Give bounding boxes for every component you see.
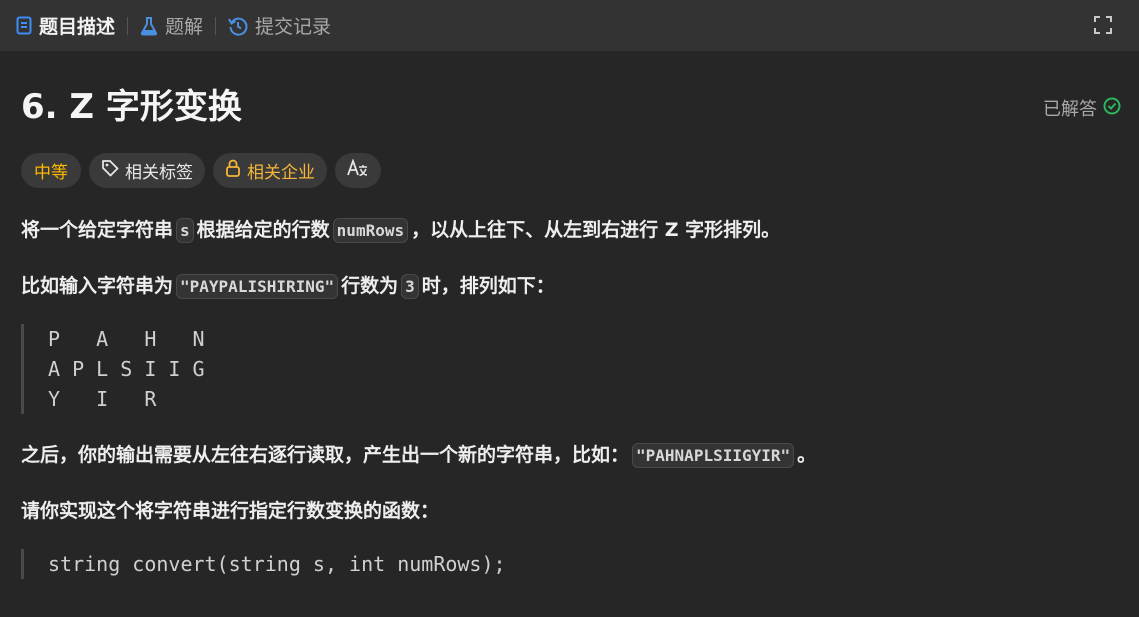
text: 。 (797, 444, 817, 466)
inline-code: s (176, 218, 194, 243)
tab-divider (127, 16, 129, 35)
problem-title: 6. Z 字形变换 (21, 87, 242, 127)
translate-button[interactable] (335, 153, 381, 188)
text: 时，排列如下： (421, 275, 555, 297)
solved-label: 已解答 (1043, 99, 1097, 120)
tab-solutions-label: 题解 (165, 16, 204, 38)
related-tags-label: 相关标签 (125, 163, 193, 183)
difficulty-badge[interactable]: 中等 (21, 153, 81, 188)
tab-submissions-label: 提交记录 (255, 16, 332, 38)
document-icon (16, 16, 32, 35)
description-paragraph-3: 之后，你的输出需要从左往右逐行读取，产生出一个新的字符串，比如： "PAHNAPL… (21, 440, 816, 471)
text: ，以从上往下、从左到右进行 Z 字形排列。 (411, 219, 781, 241)
text: 之后，你的输出需要从左往右逐行读取，产生出一个新的字符串，比如： (21, 444, 630, 466)
example-block: P A H N A P L S I I G Y I R (21, 324, 205, 414)
tab-description[interactable]: 题目描述 (16, 0, 115, 51)
example-line: A P L S I I G (48, 357, 205, 381)
inline-code: numRows (332, 218, 409, 243)
translate-icon (347, 158, 369, 182)
solved-status: 已解答 (1043, 95, 1121, 121)
lock-icon (225, 159, 241, 182)
text: 比如输入字符串为 (21, 275, 174, 297)
related-companies-label: 相关企业 (247, 163, 315, 183)
check-circle-icon (1103, 97, 1121, 120)
text: 行数为 (341, 275, 399, 297)
tab-solutions[interactable]: 题解 (140, 0, 203, 51)
tab-bar: 题目描述 题解 提交记录 (0, 0, 1139, 51)
fullscreen-icon[interactable] (1093, 15, 1113, 35)
tag-icon (101, 159, 119, 182)
function-signature-block: string convert(string s, int numRows); (21, 549, 506, 579)
flask-icon (140, 16, 158, 36)
function-signature: string convert(string s, int numRows); (48, 552, 506, 576)
related-tags-button[interactable]: 相关标签 (89, 153, 205, 188)
tab-submissions[interactable]: 提交记录 (228, 0, 331, 51)
example-line: P A H N (48, 327, 205, 351)
tag-row: 中等 相关标签 相关企业 (21, 153, 381, 188)
inline-code: 3 (401, 274, 419, 299)
difficulty-label: 中等 (34, 163, 68, 183)
description-paragraph-2: 比如输入字符串为 "PAYPALISHIRING" 行数为 3 时，排列如下： (21, 271, 555, 302)
tab-description-label: 题目描述 (39, 16, 116, 38)
related-companies-button[interactable]: 相关企业 (213, 153, 327, 188)
inline-code: "PAYPALISHIRING" (176, 274, 339, 299)
text: 将一个给定字符串 (21, 219, 174, 241)
history-icon (228, 16, 248, 36)
inline-code: "PAHNAPLSIIGYIR" (632, 443, 795, 468)
tab-divider (215, 16, 217, 35)
example-line: Y I R (48, 387, 157, 411)
description-paragraph-4: 请你实现这个将字符串进行指定行数变换的函数： (21, 500, 440, 522)
description-paragraph-1: 将一个给定字符串 s 根据给定的行数 numRows ，以从上往下、从左到右进行 Z 字… (21, 215, 780, 246)
text: 根据给定的行数 (196, 219, 330, 241)
